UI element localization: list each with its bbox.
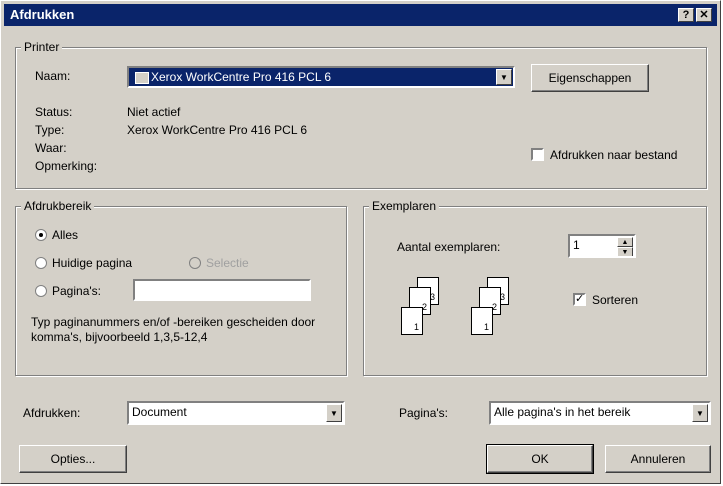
dialog-title: Afdrukken	[10, 7, 75, 22]
printer-name-value: Xerox WorkCentre Pro 416 PCL 6	[151, 70, 332, 84]
printer-name-label: Naam:	[35, 69, 71, 83]
properties-button[interactable]: Eigenschappen	[531, 64, 649, 92]
pages-filter-value: Alle pagina's in het bereik	[494, 405, 631, 419]
print-range-group-label: Afdrukbereik	[21, 199, 95, 213]
copies-group-label: Exemplaren	[369, 199, 440, 213]
status-label: Status:	[35, 105, 73, 119]
range-selection-label: Selectie	[206, 256, 249, 270]
chevron-down-icon[interactable]: ▼	[326, 404, 342, 422]
page-sheet: 1	[401, 307, 423, 335]
print-dialog: Afdrukken ? ✕ Printer Naam: Xerox WorkCe…	[0, 0, 721, 484]
pages-filter-select[interactable]: Alle pagina's in het bereik ▼	[489, 401, 711, 425]
help-button[interactable]: ?	[678, 8, 694, 22]
range-pages-label: Pagina's:	[52, 284, 101, 298]
ok-button[interactable]: OK	[486, 444, 594, 474]
range-all-label: Alles	[52, 228, 79, 242]
spin-up-icon[interactable]: ▲	[617, 237, 633, 247]
range-selection-radio[interactable]	[189, 257, 201, 269]
printer-icon	[135, 72, 149, 84]
close-button[interactable]: ✕	[696, 8, 712, 22]
help-icon: ?	[682, 9, 690, 21]
print-what-label: Afdrukken:	[23, 406, 81, 420]
range-current-page-radio[interactable]	[35, 257, 47, 269]
type-value: Xerox WorkCentre Pro 416 PCL 6	[127, 123, 308, 137]
title-bar: Afdrukken ? ✕	[4, 4, 717, 26]
copies-count-input[interactable]: 1 ▲ ▼	[568, 234, 636, 258]
printer-group-label: Printer	[21, 40, 63, 54]
comment-label: Opmerking:	[35, 159, 98, 173]
print-what-value: Document	[132, 405, 187, 419]
where-label: Waar:	[35, 141, 67, 155]
print-to-file-label: Afdrukken naar bestand	[550, 148, 678, 162]
printer-name-select[interactable]: Xerox WorkCentre Pro 416 PCL 6 ▼	[127, 66, 515, 88]
type-label: Type:	[35, 123, 65, 137]
copies-count-value: 1	[573, 238, 580, 252]
pages-filter-label: Pagina's:	[399, 406, 448, 420]
copies-count-label: Aantal exemplaren:	[397, 240, 501, 254]
page-sheet: 1	[471, 307, 493, 335]
collate-label: Sorteren	[592, 293, 639, 307]
range-hint-text: Typ paginanummers en/of -bereiken gesche…	[31, 315, 316, 344]
range-all-radio[interactable]	[35, 229, 47, 241]
range-pages-input[interactable]	[133, 279, 311, 301]
chevron-down-icon[interactable]: ▼	[692, 404, 708, 422]
print-what-select[interactable]: Document ▼	[127, 401, 345, 425]
cancel-button[interactable]: Annuleren	[605, 445, 711, 473]
range-current-page-label: Huidige pagina	[52, 256, 133, 270]
spin-down-icon[interactable]: ▼	[617, 247, 633, 256]
status-value: Niet actief	[127, 105, 181, 119]
range-pages-radio[interactable]	[35, 285, 47, 297]
print-to-file-checkbox[interactable]	[531, 148, 544, 161]
options-button[interactable]: Opties...	[19, 445, 127, 473]
close-icon: ✕	[699, 9, 709, 21]
collate-checkbox[interactable]: ✓	[573, 293, 586, 306]
chevron-down-icon[interactable]: ▼	[496, 69, 512, 85]
